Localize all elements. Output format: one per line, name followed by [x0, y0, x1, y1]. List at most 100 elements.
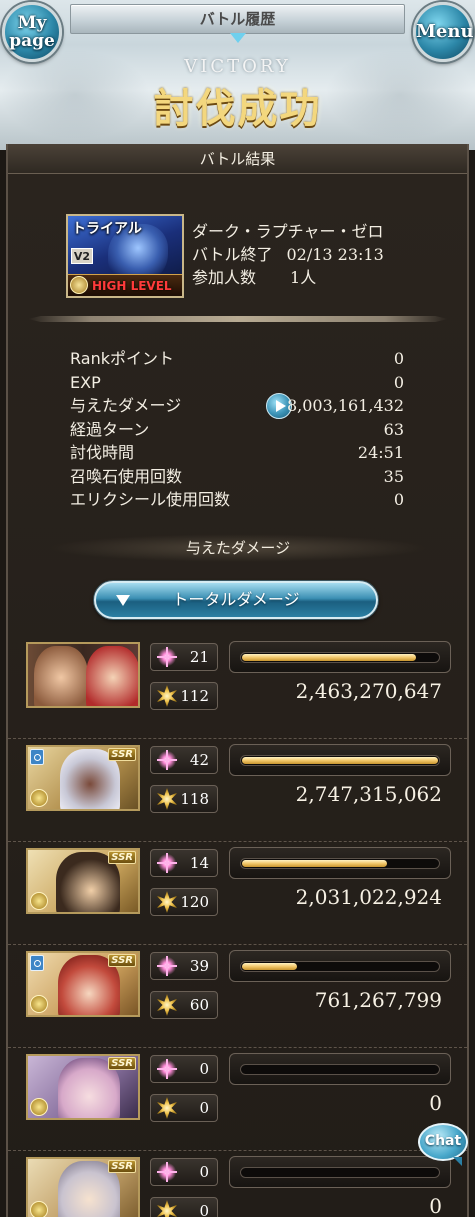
total-damage-label: トータルダメージ: [172, 590, 300, 609]
damage-gauge-track: [240, 755, 440, 766]
charge-attack-icon: [156, 1200, 178, 1217]
character-damage: 761,267,799: [314, 988, 442, 1012]
sparkle-icon: [156, 1161, 178, 1183]
charge-attack-icon: [156, 788, 178, 810]
water-element-icon: [30, 749, 44, 765]
damage-gauge: [229, 847, 451, 879]
chat-button[interactable]: Chat: [418, 1123, 468, 1166]
version-badge: V2: [71, 248, 93, 264]
character-face: [86, 646, 138, 706]
level-medal-icon: [30, 1201, 48, 1217]
ssr-badge: SSR: [108, 1057, 136, 1070]
ssr-badge: SSR: [108, 851, 136, 864]
character-row[interactable]: 21 112 2,463,270,647: [8, 636, 467, 739]
charge-attack-icon: [156, 1097, 178, 1119]
damage-gauge-fill: [242, 963, 297, 970]
charge-attack-count: 0: [199, 1099, 209, 1117]
sparkle-icon: [156, 1058, 178, 1080]
character-row[interactable]: SSR 39 60 761,267,799: [8, 945, 467, 1048]
panel-title: バトル結果: [8, 144, 467, 174]
stat-label: 経過ターン: [70, 419, 150, 439]
participants-value: 1人: [290, 268, 317, 287]
charge-attack-chip: 112: [150, 682, 218, 710]
charge-attack-chip: 0: [150, 1094, 218, 1122]
trial-badge: トライアル: [72, 221, 142, 237]
stat-damage: 与えたダメージ 8,003,161,432: [70, 393, 404, 419]
battle-end-row: バトル終了 02/13 23:13: [192, 243, 384, 266]
character-portrait: SSR: [26, 1054, 140, 1120]
battle-end-label: バトル終了: [192, 245, 273, 264]
stat-value: 24:51: [357, 443, 404, 462]
result-heading: 討伐成功: [153, 85, 322, 132]
charge-attack-count: 120: [180, 893, 209, 911]
ability-count-chip: 42: [150, 746, 218, 774]
charge-attack-chip: 60: [150, 991, 218, 1019]
ability-count-chip: 39: [150, 952, 218, 980]
character-row[interactable]: SSR 0 0 0: [8, 1048, 467, 1151]
damage-gauge-track: [240, 858, 440, 869]
chat-label: Chat: [424, 1133, 462, 1149]
ability-count: 0: [199, 1163, 209, 1181]
character-damage: 0: [429, 1194, 442, 1217]
triangle-down-icon: [116, 595, 130, 606]
my-page-button[interactable]: My page: [2, 2, 62, 62]
total-damage-dropdown[interactable]: トータルダメージ: [94, 581, 378, 619]
stat-label: 与えたダメージ: [70, 396, 182, 415]
character-damage: 2,463,270,647: [295, 679, 442, 703]
ssr-badge: SSR: [108, 954, 136, 967]
sparkle-icon: [156, 852, 178, 874]
level-medal-icon: [30, 789, 48, 807]
ability-count-chip: 14: [150, 849, 218, 877]
stat-label: 討伐時間: [70, 443, 135, 462]
charge-attack-icon: [156, 685, 178, 707]
title-gem-icon: [230, 33, 246, 43]
stat-exp: EXP 0: [70, 371, 404, 395]
stat-value: 8,003,161,432: [286, 396, 404, 415]
ability-count: 39: [189, 957, 209, 975]
damage-gauge: [229, 1156, 451, 1188]
level-medal-icon: [30, 1098, 48, 1116]
high-level-icon: [70, 276, 88, 294]
character-row[interactable]: SSR 42 118 2,747,315,062: [8, 739, 467, 842]
ability-count-chip: 0: [150, 1158, 218, 1186]
character-portrait: SSR: [26, 848, 140, 914]
victory-label: VICTORY: [184, 56, 291, 77]
stat-label: エリクシール使用回数: [70, 490, 231, 509]
damage-section-heading: 与えたダメージ: [48, 534, 428, 562]
ability-count: 14: [189, 854, 209, 872]
battle-stats: Rankポイント 0 EXP 0 与えたダメージ 8,003,161,432 経…: [70, 347, 404, 512]
sparkle-icon: [156, 646, 178, 668]
charge-attack-icon: [156, 891, 178, 913]
menu-button[interactable]: Menu: [413, 2, 474, 62]
ability-count: 0: [199, 1060, 209, 1078]
stat-value: 63: [383, 419, 404, 439]
quest-thumbnail: トライアル V2 HIGH LEVEL: [66, 214, 184, 298]
ability-count: 21: [189, 648, 209, 666]
header-banner: バトル履歴 My page Menu VICTORY 討伐成功: [0, 0, 475, 150]
character-face: [34, 646, 88, 706]
stat-label: Rankポイント: [70, 349, 174, 368]
my-page-label-line1: My: [17, 13, 47, 33]
character-row[interactable]: SSR 0 0 0: [8, 1151, 467, 1217]
character-portrait: SSR: [26, 745, 140, 811]
character-damage: 2,747,315,062: [295, 782, 442, 806]
sparkle-icon: [156, 749, 178, 771]
battle-end-value: 02/13 23:13: [286, 245, 384, 264]
character-damage: 0: [429, 1091, 442, 1115]
ssr-badge: SSR: [108, 1160, 136, 1173]
charge-attack-count: 0: [199, 1202, 209, 1217]
stat-label: EXP: [70, 372, 101, 392]
ornamental-divider: [28, 316, 448, 322]
damage-gauge-fill: [242, 654, 417, 661]
charge-attack-count: 60: [189, 996, 209, 1014]
charge-attack-chip: 118: [150, 785, 218, 813]
quest-info: ダーク・ラプチャー・ゼロ バトル終了 02/13 23:13 参加人数 1人: [192, 220, 384, 289]
stat-value: 0: [393, 349, 404, 368]
character-portrait: SSR: [26, 1157, 140, 1217]
charge-attack-count: 112: [180, 687, 209, 705]
character-portrait: [26, 642, 140, 708]
level-medal-icon: [30, 995, 48, 1013]
character-row[interactable]: SSR 14 120 2,031,022,924: [8, 842, 467, 945]
stat-time: 討伐時間 24:51: [70, 441, 404, 465]
damage-gauge: [229, 950, 451, 982]
